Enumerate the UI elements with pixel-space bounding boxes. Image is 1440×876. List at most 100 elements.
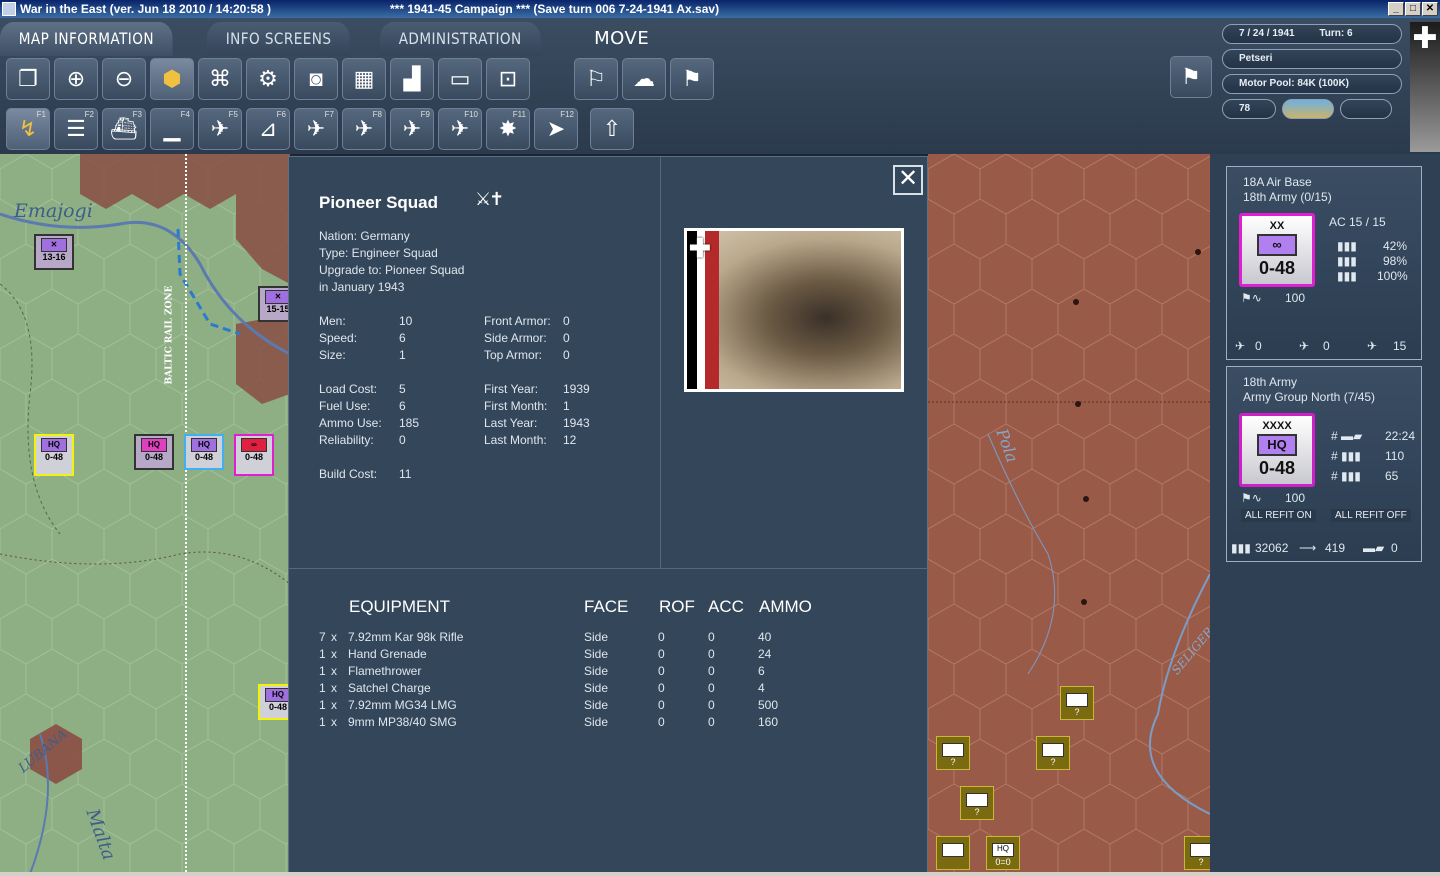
unit-name: Pioneer Squad bbox=[319, 193, 439, 212]
airbase-chit[interactable]: XX ∞ 0-48 bbox=[1239, 213, 1315, 287]
pct-1: 42% bbox=[1383, 239, 1408, 253]
paradrop-icon[interactable]: ✈ F9 bbox=[390, 108, 434, 150]
army-parent: Army Group North (7/45) bbox=[1243, 390, 1376, 404]
map-hq-unit[interactable]: HQ 0-48 bbox=[184, 434, 224, 470]
eq-acc: 0 bbox=[708, 647, 715, 661]
men-count: 65 bbox=[1385, 469, 1399, 483]
naval-move-icon[interactable]: ⛴ F3 bbox=[102, 108, 146, 150]
close-dialog-button[interactable]: ✕ bbox=[893, 165, 923, 195]
army-hq-card[interactable]: 18th Army Army Group North (7/45) XXXX H… bbox=[1226, 366, 1422, 562]
airfield-attack-icon[interactable]: ✈ F8 bbox=[342, 108, 386, 150]
map-unknown-unit[interactable]: ? bbox=[1184, 836, 1210, 870]
zoom-out-icon[interactable]: ⊖ bbox=[102, 58, 146, 100]
all-refit-off-button[interactable]: ALL REFIT OFF bbox=[1331, 509, 1411, 522]
surrender-flag-icon[interactable]: ⚑ bbox=[1170, 56, 1212, 98]
map-hq-unit[interactable]: HQ 0-48 bbox=[34, 434, 74, 476]
bar-icon: ▮▮▮ bbox=[1337, 269, 1357, 283]
equipment-row: 1 x Flamethrower Side 0 0 6 bbox=[319, 664, 839, 681]
morale-icon: ⚑∿ bbox=[1241, 291, 1262, 305]
settings-gear-icon[interactable]: ⚙ bbox=[246, 58, 290, 100]
map-hq-unit[interactable]: HQ 0-48 bbox=[258, 684, 290, 720]
stat-label: Size: bbox=[319, 348, 346, 362]
tab-administration[interactable]: ADMINISTRATION bbox=[379, 22, 540, 56]
status-row: 78 bbox=[1222, 99, 1402, 124]
tab-map-information[interactable]: MAP INFORMATION bbox=[0, 22, 173, 56]
fkey-label: F9 bbox=[420, 110, 430, 119]
map-unknown-unit[interactable]: ? bbox=[1036, 736, 1070, 770]
map-unknown-unit[interactable] bbox=[936, 836, 970, 870]
exit-flag-icon[interactable]: ⚐ bbox=[574, 58, 618, 100]
tab-move[interactable]: MOVE bbox=[572, 22, 671, 56]
bombing-icon[interactable]: ✈ F10 bbox=[438, 108, 482, 150]
map-unit[interactable]: ✕ 15-15 bbox=[258, 286, 290, 322]
date-value: 1 bbox=[563, 399, 570, 413]
date-label: First Year: bbox=[484, 382, 539, 396]
map-hq-unit[interactable]: HQ 0-48 bbox=[134, 434, 174, 470]
fkey-label: F2 bbox=[84, 110, 94, 119]
unit-focus-icon[interactable]: ⊡ bbox=[486, 58, 530, 100]
upload-icon[interactable]: ⇧ bbox=[590, 108, 634, 150]
airbase-card[interactable]: 18A Air Base 18th Army (0/15) XX ∞ 0-48 … bbox=[1226, 166, 1422, 360]
tab-info-screens[interactable]: INFO SCREENS bbox=[207, 22, 351, 56]
explosion-icon[interactable]: ✸ F11 bbox=[486, 108, 530, 150]
cost-value: 6 bbox=[399, 399, 406, 413]
eq-qty: 1 bbox=[319, 681, 326, 695]
airbase-symbol-icon: ∞ bbox=[1257, 234, 1297, 256]
map-unit[interactable]: ✕ 13-16 bbox=[34, 234, 74, 270]
eq-ammo: 160 bbox=[758, 715, 779, 729]
afv-ratio: 22:24 bbox=[1385, 429, 1416, 443]
gun-count: 110 bbox=[1385, 449, 1405, 463]
fkey-label: F5 bbox=[228, 110, 238, 119]
unit-strength: 0-48 bbox=[268, 702, 287, 712]
map-unknown-unit[interactable]: ? bbox=[960, 786, 994, 820]
rail-move-icon[interactable]: ☰ F2 bbox=[54, 108, 98, 150]
eq-face: Side bbox=[584, 698, 609, 712]
hex-grid-icon[interactable]: ⬢ bbox=[150, 58, 194, 100]
eq-rof: 0 bbox=[658, 698, 665, 712]
map-hq-unit[interactable]: HQ 0=0 bbox=[986, 836, 1020, 870]
zoc-icon[interactable]: ⌘ bbox=[198, 58, 242, 100]
windows-icon[interactable]: ❐ bbox=[6, 58, 50, 100]
next-unit-icon[interactable]: ➤ F12 bbox=[534, 108, 578, 150]
ground-attack-icon[interactable]: ✈ F7 bbox=[294, 108, 338, 150]
all-refit-on-button[interactable]: ALL REFIT ON bbox=[1241, 509, 1316, 522]
flag-icon[interactable]: ⚑ bbox=[670, 58, 714, 100]
unit-display-icon[interactable]: ◙ bbox=[294, 58, 338, 100]
factory-icon[interactable]: ▟ bbox=[390, 58, 434, 100]
eq-rof: 0 bbox=[658, 715, 665, 729]
equipment-row: 1 x Satchel Charge Side 0 0 4 bbox=[319, 681, 839, 698]
tank-icon: ▬▰ bbox=[1341, 429, 1363, 443]
move-mode-icon[interactable]: ↯ F1 bbox=[6, 108, 50, 150]
close-window-icon[interactable]: ✕ bbox=[1422, 2, 1438, 16]
stack-icon[interactable]: ▦ bbox=[342, 58, 386, 100]
maximize-icon[interactable]: □ bbox=[1405, 2, 1421, 16]
map-left[interactable]: Emajogi BALTIC RAIL ZONE LUBANA Malta ✕ 1… bbox=[0, 154, 290, 876]
armor-value: 0 bbox=[563, 331, 570, 345]
zoom-in-icon[interactable]: ⊕ bbox=[54, 58, 98, 100]
rectangle-icon[interactable]: ▭ bbox=[438, 58, 482, 100]
map-unknown-unit[interactable]: ? bbox=[1060, 686, 1094, 720]
weather-icon[interactable]: ☁ bbox=[622, 58, 666, 100]
cost-value: 185 bbox=[399, 416, 420, 430]
eq-face: Side bbox=[584, 681, 609, 695]
hash-mark: # bbox=[1331, 449, 1338, 463]
map-airbase-unit[interactable]: ∞ 0-48 bbox=[234, 434, 274, 476]
window-titlebar: War in the East (ver. Jun 18 2010 / 14:2… bbox=[0, 0, 1440, 18]
eq-rof: 0 bbox=[658, 630, 665, 644]
eq-x: x bbox=[331, 664, 337, 678]
map-label-emajogi: Emajogi bbox=[14, 200, 93, 222]
cost-value: 0 bbox=[399, 433, 406, 447]
air-recon-icon[interactable]: ⊿ F6 bbox=[246, 108, 290, 150]
eq-face: Side bbox=[584, 630, 609, 644]
hash-mark: # bbox=[1331, 469, 1338, 483]
map-label-baltic-rail: BALTIC RAIL ZONE bbox=[164, 285, 175, 385]
air-transfer-icon[interactable]: ✈ F5 bbox=[198, 108, 242, 150]
unit-detail-dialog: ✕ Pioneer Squad ⚔✝ Nation: Germany Type:… bbox=[288, 156, 929, 876]
cost-value: 5 bbox=[399, 382, 406, 396]
hash-mark: # bbox=[1331, 429, 1338, 443]
minimize-icon[interactable]: _ bbox=[1388, 2, 1404, 16]
sea-transport-icon[interactable]: ▁ F4 bbox=[150, 108, 194, 150]
army-hq-chit[interactable]: XXXX HQ 0-48 bbox=[1239, 413, 1315, 487]
map-unknown-unit[interactable]: ? bbox=[936, 736, 970, 770]
map-right[interactable]: Pola SELIGER ? ? ? ? HQ 0=0 ? bbox=[928, 154, 1210, 876]
